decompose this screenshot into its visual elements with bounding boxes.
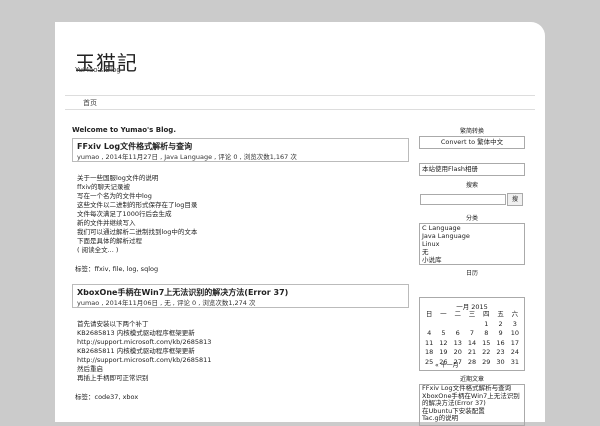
post-tags[interactable]: 标签：ffxiv, file, log, sqlog: [75, 263, 158, 273]
post-line: 下面是具体的解析过程: [77, 237, 142, 245]
calendar-day: 28: [467, 357, 477, 366]
post-line: 文件每次满足了1000行后会生成: [77, 210, 172, 218]
category-item[interactable]: Linux: [420, 240, 524, 248]
calendar-day: 17: [510, 338, 519, 347]
calendar-day: 15: [482, 338, 491, 347]
post-line: 新的文件并继续写入: [77, 219, 136, 227]
calendar-widget-title: 日历: [465, 270, 478, 277]
post-line: 写在一个名为的文件中log: [77, 192, 152, 200]
weekday-label: 一: [440, 310, 447, 318]
calendar-day: 1: [484, 319, 489, 328]
calendar-day: 18: [425, 348, 434, 356]
welcome-text: Welcome to Yumao's Blog.: [72, 126, 176, 134]
calendar-empty-cell: [465, 320, 479, 330]
post-link[interactable]: http://support.microsoft.com/kb/2685813: [77, 338, 211, 347]
calendar: 一月 2015 日 一 二 三 四 五 六 1 2 3 4 5 6 7 8 9 10 11 12 13 1…: [419, 297, 525, 371]
post-meta: yumao , 2014年11月27日 , Java Language , 评论…: [77, 153, 297, 161]
post-line: 我们可以通过解析二进制找到log中的文本: [77, 228, 198, 236]
calendar-day: 30: [496, 357, 505, 366]
weekday-label: 五: [497, 310, 504, 318]
calendar-day: 24: [510, 348, 519, 356]
search-input[interactable]: [420, 194, 506, 205]
recent-posts-list: FFxiv Log文件格式解析与查询 XboxOne手柄在Win7上无法识别的解…: [419, 384, 525, 426]
calendar-day: 16: [496, 338, 505, 347]
post-line: KB2685811 内核模式驱动程序框架更新: [77, 347, 195, 355]
calendar-day: 21: [467, 348, 477, 356]
weekday-label: 三: [468, 310, 476, 318]
post-line: 首先请安装以下两个补丁: [77, 320, 149, 328]
post-link[interactable]: http://support.microsoft.com/kb/2685811: [77, 356, 211, 365]
search-widget-title: 搜索: [465, 182, 478, 189]
calendar-empty-cell: [451, 320, 465, 330]
calendar-day: 11: [425, 338, 434, 347]
post-line: 关于一些国服log文件的说明: [77, 174, 159, 182]
recent-widget-title: 近期文章: [459, 376, 484, 383]
post-line: 再插上手柄即可正常识别: [77, 374, 149, 382]
calendar-day: 22: [482, 348, 491, 356]
calendar-prev-link[interactable]: « 十一月: [435, 360, 459, 369]
calendar-day: 8: [484, 329, 489, 337]
nav-bar: 首页: [65, 95, 535, 110]
recent-post-link[interactable]: Tac.g的说明: [420, 414, 524, 423]
weekday-label: 六: [511, 310, 519, 318]
post-line: KB2685813 内核模式驱动程序框架更新: [77, 329, 195, 337]
category-item[interactable]: Java Language: [420, 232, 524, 240]
category-item[interactable]: 无: [420, 248, 524, 256]
read-more-link[interactable]: ( 阅读全文... ): [77, 246, 197, 255]
post-meta: yumao , 2014年11月06日 , 无 , 评论 0 , 浏览次数1,2…: [77, 299, 256, 307]
calendar-day: 5: [441, 329, 446, 337]
nav-home[interactable]: 首页: [83, 98, 97, 108]
search-button[interactable]: 搜: [507, 193, 523, 206]
calendar-grid: 日 一 二 三 四 五 六 1 2 3 4 5 6 7 8 9 10 11 12 13 14 15 16 17 1…: [422, 310, 522, 367]
calendar-day: 6: [455, 329, 460, 337]
calendar-empty-cell: [436, 320, 450, 330]
recent-post-link[interactable]: 在Ubuntu下安装配置: [420, 407, 524, 416]
calendar-day: 7: [469, 329, 475, 337]
post-body: 关于一些国服log文件的说明 ffxiv的聊天记录被 写在一个名为的文件中log…: [77, 174, 197, 255]
calendar-day: 20: [453, 348, 462, 356]
convert-widget-title: 繁简转换: [459, 128, 484, 135]
flash-album-link[interactable]: 本站使用Flash相册: [419, 163, 525, 176]
category-item[interactable]: C Language: [420, 224, 524, 232]
calendar-day: 12: [439, 338, 448, 347]
post-line: 这些文件以二进制的形式保存在了log目录: [77, 201, 198, 209]
calendar-day: 31: [510, 357, 519, 366]
convert-button[interactable]: Convert to 繁体中文: [419, 136, 525, 149]
weekday-label: 二: [454, 310, 461, 318]
calendar-day: 10: [510, 329, 519, 337]
calendar-day: 23: [496, 348, 505, 356]
calendar-day: 19: [439, 348, 448, 356]
categories-list: C Language Java Language Linux 无 小说库: [419, 223, 525, 265]
post-body: 首先请安装以下两个补丁 KB2685813 内核模式驱动程序框架更新 http:…: [77, 320, 211, 383]
calendar-empty-cell: [422, 320, 436, 330]
calendar-day: 29: [482, 357, 491, 366]
calendar-day: 14: [467, 338, 477, 347]
post-header: FFxiv Log文件格式解析与查询 yumao , 2014年11月27日 ,…: [72, 138, 409, 162]
categories-widget-title: 分类: [465, 215, 478, 222]
recent-post-link[interactable]: XboxOne手柄在Win7上无法识别的解决方法(Error 37): [420, 392, 524, 408]
page-container: 玉猫記 YuMao's Blog 首页 Welcome to Yumao's B…: [55, 22, 545, 426]
category-item[interactable]: 小说库: [420, 256, 524, 264]
post-line: ffxiv的聊天记录被: [77, 183, 130, 191]
weekday-label: 四: [483, 310, 490, 318]
post-line: 然后重启: [77, 365, 103, 373]
site-subtitle: YuMao's Blog: [75, 66, 121, 74]
calendar-day: 4: [427, 329, 432, 337]
calendar-day: 2: [498, 319, 503, 328]
calendar-day: 13: [453, 338, 462, 347]
calendar-day: 3: [512, 319, 517, 328]
calendar-day: 9: [498, 329, 503, 337]
post-header: XboxOne手柄在Win7上无法识别的解决方法(Error 37) yumao…: [72, 284, 409, 308]
weekday-label: 日: [425, 310, 433, 318]
